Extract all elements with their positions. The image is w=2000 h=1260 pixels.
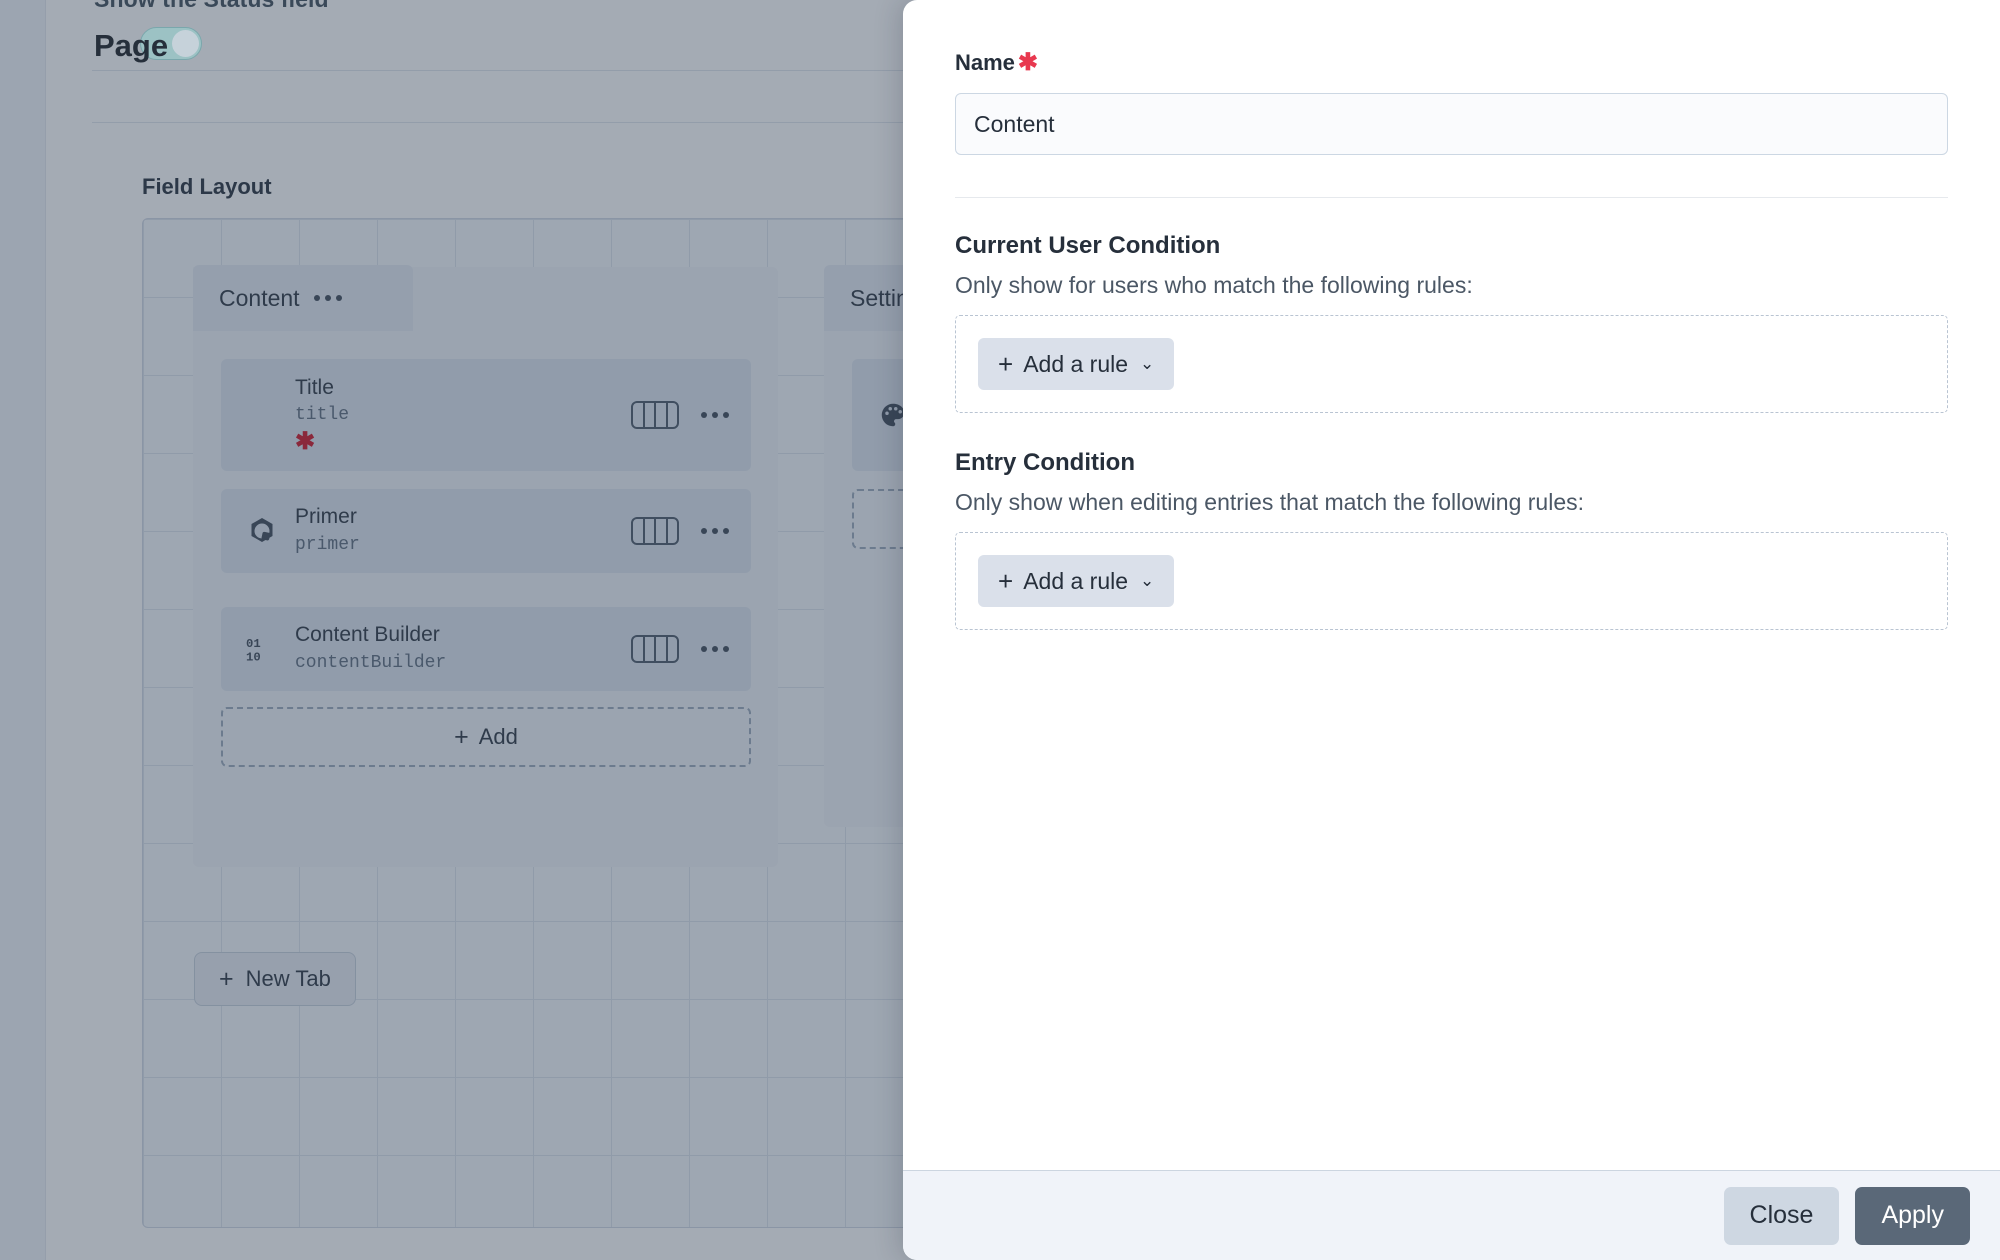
chevron-down-icon: ⌄ xyxy=(1140,571,1154,591)
add-rule-button-entry[interactable]: + Add a rule ⌄ xyxy=(978,555,1174,607)
close-button[interactable]: Close xyxy=(1724,1187,1840,1245)
current-user-condition-rule-zone[interactable]: + Add a rule ⌄ xyxy=(955,315,1948,413)
required-asterisk-icon: ✱ xyxy=(1018,49,1038,76)
plus-icon: + xyxy=(998,349,1013,380)
name-field-label: Name✱ xyxy=(955,48,1948,77)
add-rule-label: Add a rule xyxy=(1023,351,1128,378)
slideout-footer: Close Apply xyxy=(903,1170,2000,1260)
page-title: Page xyxy=(94,28,168,64)
apply-button[interactable]: Apply xyxy=(1855,1187,1970,1245)
entry-condition-rule-zone[interactable]: + Add a rule ⌄ xyxy=(955,532,1948,630)
add-rule-button-current-user[interactable]: + Add a rule ⌄ xyxy=(978,338,1174,390)
current-user-condition-description: Only show for users who match the follow… xyxy=(955,272,1948,299)
current-user-condition-title: Current User Condition xyxy=(955,232,1948,260)
name-label-text: Name xyxy=(955,50,1015,75)
chevron-down-icon: ⌄ xyxy=(1140,354,1154,374)
plus-icon: + xyxy=(998,566,1013,597)
add-rule-label: Add a rule xyxy=(1023,568,1128,595)
section-divider xyxy=(955,197,1948,198)
entry-condition-description: Only show when editing entries that matc… xyxy=(955,489,1948,516)
page-title-row: Page xyxy=(94,22,168,70)
name-input[interactable] xyxy=(955,93,1948,155)
entry-condition-title: Entry Condition xyxy=(955,449,1948,477)
slideout-body: Name✱ Current User Condition Only show f… xyxy=(903,0,2000,1170)
field-layout-tab-settings-slideout: Name✱ Current User Condition Only show f… xyxy=(903,0,2000,1260)
